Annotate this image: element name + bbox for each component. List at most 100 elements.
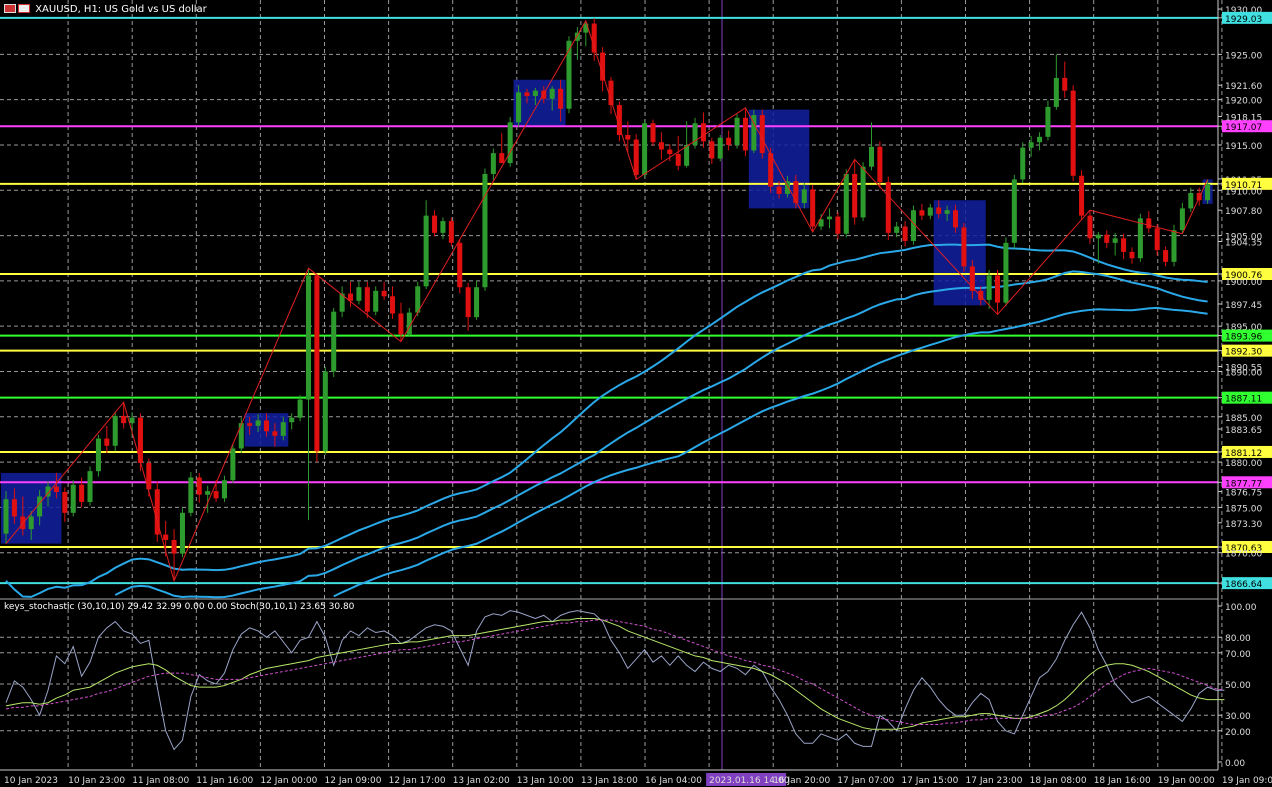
candle-body [1179, 208, 1185, 231]
time-tick-label: 17 Jan 07:00 [837, 776, 894, 786]
candle-body [826, 216, 832, 220]
candle-body [1104, 234, 1110, 243]
chart-window[interactable]: 1930.00 1929.03 1925.00 1921.60 1920.00 1918.… [0, 0, 1272, 787]
price-tick-label: 1917.07 [1225, 123, 1262, 133]
candle-body [986, 275, 992, 300]
price-tick: 1910.00 [1218, 187, 1262, 197]
candle-body [356, 287, 362, 301]
price-tick-label: 1921.60 [1225, 82, 1262, 92]
time-tick-label: 13 Jan 18:00 [581, 776, 638, 786]
candle-body [667, 149, 673, 155]
candle-body [801, 189, 807, 203]
candle-body [272, 431, 278, 436]
price-tick-label: 1885.00 [1225, 414, 1262, 424]
price-tick-label: 1925.00 [1225, 51, 1262, 61]
candle-body [104, 438, 110, 446]
time-tick-label: 10 Jan 23:00 [68, 776, 125, 786]
price-tick: 1915.00 [1218, 142, 1262, 152]
candle-body [658, 142, 664, 150]
time-tick-label: 12 Jan 09:00 [325, 776, 382, 786]
candle-body [835, 216, 841, 234]
candle-body [952, 210, 959, 228]
candle-body [87, 471, 93, 502]
price-tick-label: 1876.75 [1225, 489, 1262, 499]
symbol-flag-icon [4, 4, 16, 13]
candle-body [1062, 77, 1068, 91]
time-tick-label: 18 Jan 16:00 [1094, 776, 1151, 786]
time-tick-label: 13 Jan 02:00 [453, 776, 510, 786]
candle-body [1146, 218, 1152, 229]
stochastic-panel [0, 598, 1225, 751]
candle-body [1045, 106, 1051, 137]
price-tick: 1877.77 [1218, 476, 1272, 489]
price-tick-label: 1900.00 [1225, 278, 1262, 288]
price-tick-label: 1929.03 [1225, 15, 1262, 25]
candle-body [961, 227, 967, 267]
candle-body [255, 420, 261, 426]
candle-body [516, 92, 522, 123]
candle-body [331, 311, 337, 372]
candle-body [465, 287, 471, 318]
stoch-tick-label: 20.00 [1225, 728, 1251, 738]
price-tick-label: 1866.64 [1225, 580, 1262, 590]
candle-body [70, 484, 76, 513]
price-tick: 1890.00 [1218, 368, 1262, 378]
candle-body [196, 477, 202, 495]
candle-body [432, 215, 438, 233]
price-tick: 1900.00 [1218, 278, 1262, 288]
candle-body [79, 484, 85, 502]
candle-body [95, 438, 101, 472]
candle-body [221, 480, 227, 499]
candle-body [247, 423, 253, 426]
candle-body [263, 420, 270, 432]
candle-body [1188, 192, 1194, 209]
chart-canvas[interactable]: 1930.001929.031925.001921.601920.001918.… [0, 0, 1272, 787]
candle-body [37, 496, 43, 517]
candle-body [373, 290, 379, 312]
candle-body [474, 287, 480, 318]
stoch-tick-label: 100.00 [1225, 603, 1257, 613]
candle-body [625, 135, 631, 140]
price-tick-label: 1887.11 [1225, 395, 1262, 405]
candle-body [1079, 175, 1085, 216]
candle-body [322, 371, 328, 452]
candle-body [163, 534, 169, 541]
candle-body [919, 210, 925, 216]
candle-body [927, 207, 933, 216]
time-tick-label: 12 Jan 17:00 [389, 776, 446, 786]
candle-body [179, 512, 185, 554]
zigzag-line [5, 19, 1209, 583]
candlesticks [3, 18, 1211, 581]
candle-body [633, 139, 639, 175]
price-tick: 1880.00 [1218, 459, 1262, 469]
candle-body [868, 146, 875, 167]
candle-body [1003, 242, 1009, 303]
candle-body [936, 207, 942, 214]
candle-body [995, 275, 1001, 303]
candle-body [642, 123, 648, 175]
price-tick-label: 1904.35 [1225, 238, 1262, 248]
zone-box [513, 79, 566, 127]
price-tick: 1907.80 [1218, 207, 1262, 217]
candle-body [1205, 183, 1211, 201]
price-tick: 1892.30 [1218, 344, 1272, 358]
candle-body [944, 210, 950, 214]
candle-body [902, 226, 908, 242]
candle-body [1028, 142, 1034, 148]
candle-body [793, 181, 799, 203]
time-tick-label: 16 Jan 20:00 [773, 776, 830, 786]
candle-body [1087, 215, 1093, 239]
time-tick-label: 17 Jan 15:00 [901, 776, 958, 786]
chart-title-text: XAUUSD, H1: US Gold vs US dollar [35, 4, 207, 15]
axes: 1930.001929.031925.001921.601920.001918.… [0, 0, 1272, 786]
candle-body [1070, 90, 1076, 176]
candle-body [742, 117, 748, 151]
candle-body [499, 153, 505, 164]
time-tick-label: 18 Jan 08:00 [1030, 776, 1087, 786]
candle-body [1154, 228, 1160, 251]
candle-body [532, 90, 538, 97]
price-tick-label: 1892.30 [1225, 348, 1262, 358]
candle-body [1171, 230, 1177, 262]
price-tick-label: 1915.00 [1225, 142, 1262, 152]
candle-body [440, 221, 446, 233]
